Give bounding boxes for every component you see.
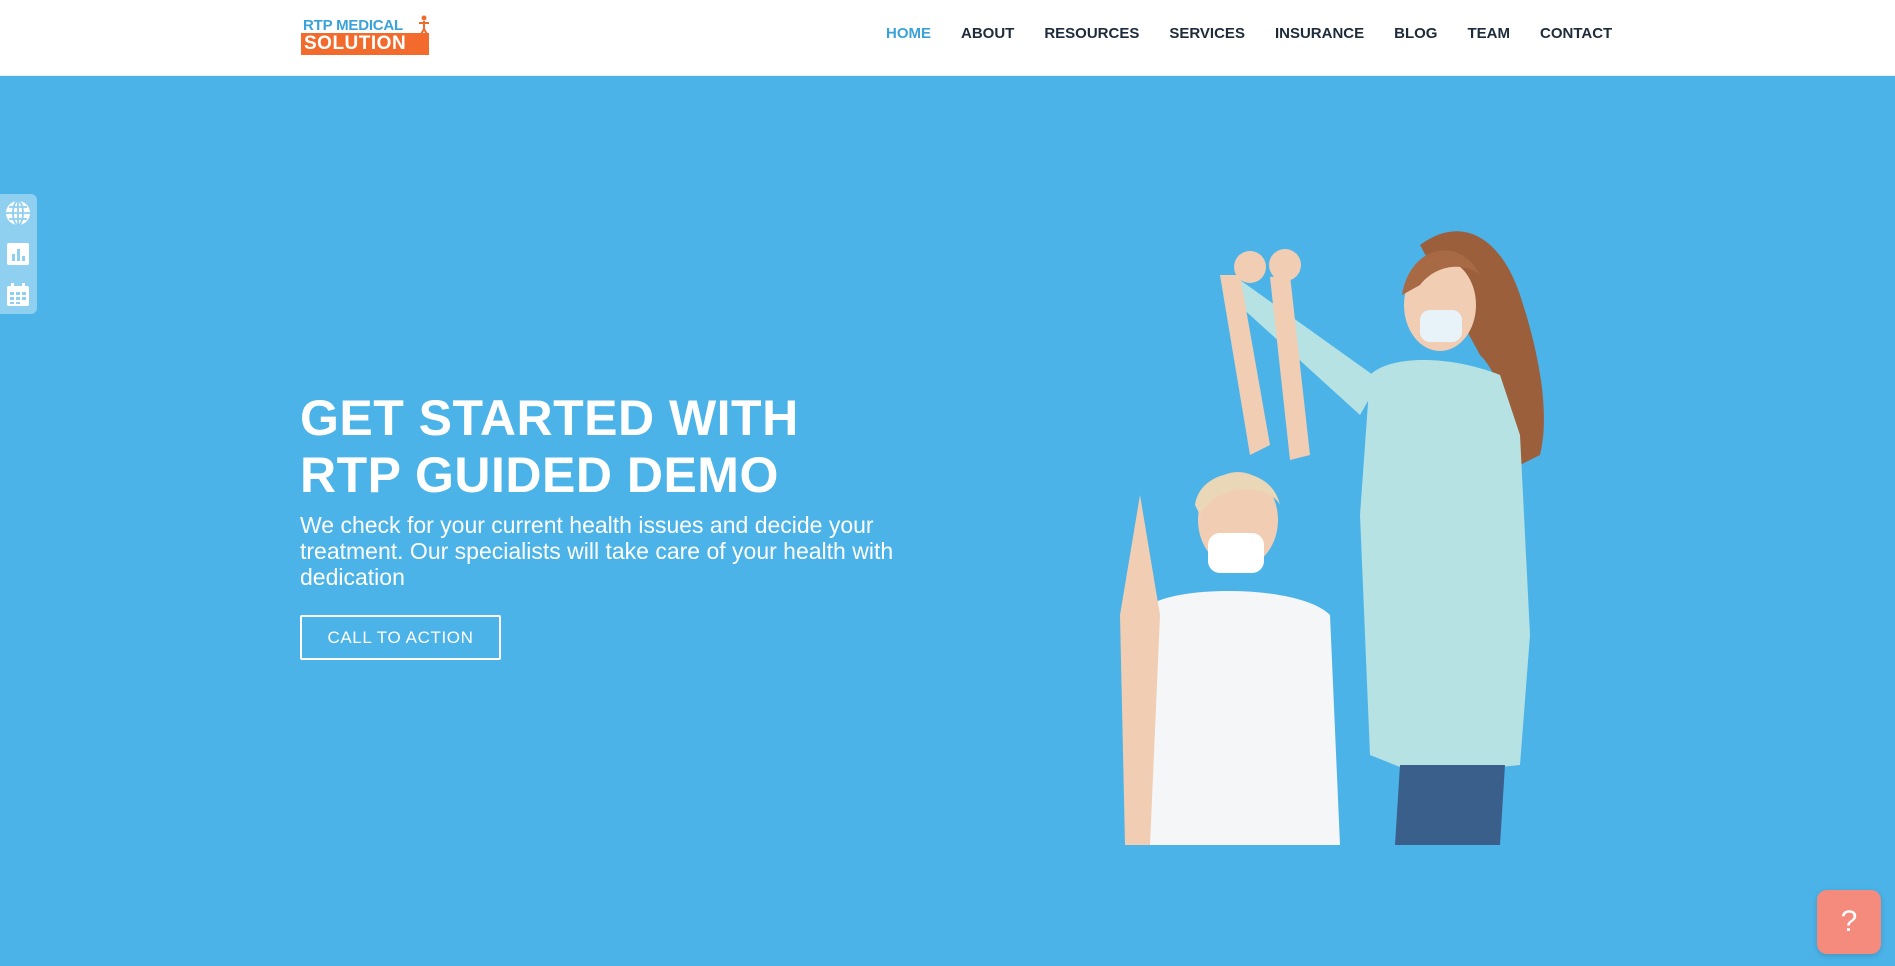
help-button[interactable]: ? xyxy=(1817,890,1881,954)
hero-image xyxy=(1120,231,1544,845)
hero-title: GET STARTED WITH RTP GUIDED DEMO xyxy=(300,390,799,504)
site-header: RTP MEDICAL SOLUTION HOME ABOUT RESOURCE… xyxy=(0,0,1895,76)
nav-contact[interactable]: CONTACT xyxy=(1540,25,1612,42)
logo-line1: RTP MEDICAL xyxy=(303,17,404,34)
logo[interactable]: RTP MEDICAL SOLUTION xyxy=(301,15,431,57)
hero-description: We check for your current health issues … xyxy=(300,512,894,590)
nav-resources[interactable]: RESOURCES xyxy=(1044,25,1139,42)
help-question-icon: ? xyxy=(1840,905,1858,938)
nav-services[interactable]: SERVICES xyxy=(1169,25,1245,42)
nav-home[interactable]: HOME xyxy=(886,25,931,42)
call-to-action-button[interactable]: CALL TO ACTION xyxy=(300,615,501,660)
logo-figure-icon xyxy=(419,15,429,37)
side-toolbar xyxy=(0,194,37,314)
logo-line2: SOLUTION xyxy=(301,33,429,55)
nav-about[interactable]: ABOUT xyxy=(961,25,1014,42)
nav-blog[interactable]: BLOG xyxy=(1394,25,1437,42)
main-nav: HOME ABOUT RESOURCES SERVICES INSURANCE … xyxy=(886,25,1612,42)
hero-title-line1: GET STARTED WITH xyxy=(300,390,799,446)
nav-insurance[interactable]: INSURANCE xyxy=(1275,25,1364,42)
hero-title-line2: RTP GUIDED DEMO xyxy=(300,447,779,503)
nav-team[interactable]: TEAM xyxy=(1467,25,1510,42)
bar-chart-icon[interactable] xyxy=(3,239,33,269)
globe-icon[interactable] xyxy=(3,198,33,228)
calendar-icon[interactable] xyxy=(3,280,33,310)
